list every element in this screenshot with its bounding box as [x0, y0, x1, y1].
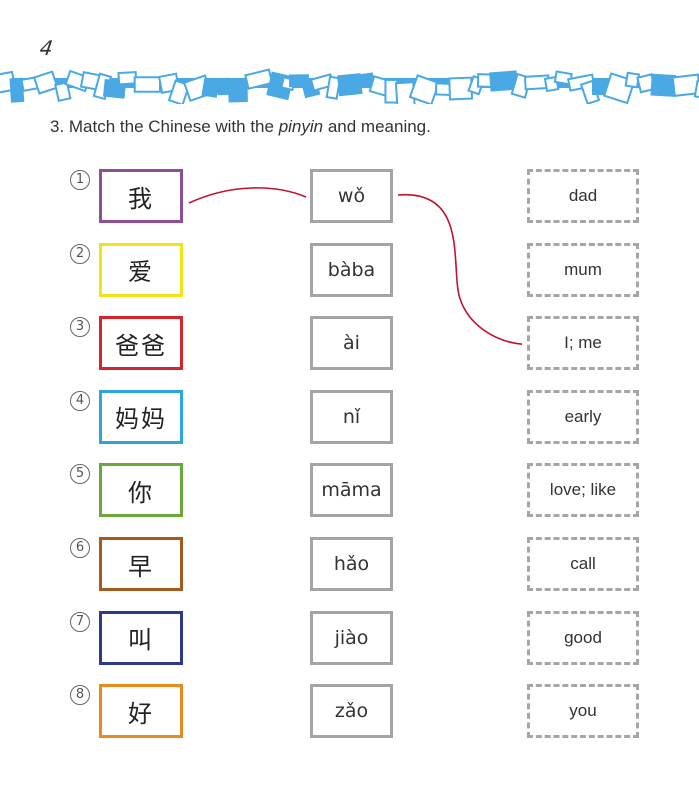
meaning-card[interactable]: love; like — [527, 463, 639, 518]
pinyin-card[interactable]: ài — [310, 316, 393, 371]
meaning-text: dad — [568, 186, 598, 205]
pinyin-card[interactable]: nǐ — [310, 389, 393, 444]
pinyin-text: wǒ — [337, 185, 366, 207]
meaning-card[interactable]: call — [527, 537, 639, 591]
instruction-suffix: and meaning. — [323, 117, 431, 136]
chinese-text: 爸爸 — [115, 331, 167, 360]
pinyin-card[interactable]: māma — [310, 463, 393, 518]
meaning-card[interactable]: dad — [527, 169, 639, 223]
item-number: 4 — [70, 390, 90, 411]
border-tile — [650, 73, 677, 97]
pinyin-text: zǎo — [334, 700, 369, 723]
item-number: 6 — [70, 538, 90, 558]
pinyin-card[interactable]: jiào — [310, 610, 393, 665]
match-line-chinese-pinyin — [188, 187, 307, 204]
chinese-card[interactable]: 妈妈 — [99, 389, 183, 444]
item-number: 8 — [70, 685, 90, 706]
meaning-text: good — [564, 627, 602, 647]
meaning-text: early — [564, 406, 602, 426]
chinese-text: 你 — [128, 478, 154, 507]
pinyin-text: māma — [321, 479, 382, 502]
pinyin-text: jiào — [334, 626, 369, 649]
meaning-text: love; like — [549, 480, 617, 500]
item-number: 7 — [70, 611, 90, 632]
border-tile — [216, 77, 230, 96]
chinese-card[interactable]: 好 — [99, 684, 183, 739]
meaning-card[interactable]: mum — [527, 242, 639, 297]
meaning-text: I; me — [564, 333, 602, 353]
item-number: 3 — [70, 317, 90, 338]
meaning-text: call — [570, 554, 596, 573]
chinese-card[interactable]: 你 — [99, 463, 183, 518]
chinese-card[interactable]: 爱 — [99, 242, 183, 297]
meaning-text: you — [569, 701, 597, 721]
meaning-card[interactable]: early — [527, 389, 639, 444]
pinyin-text: bàba — [327, 258, 376, 281]
border-tile — [228, 77, 248, 103]
chinese-text: 好 — [128, 699, 154, 728]
pinyin-card[interactable]: zǎo — [310, 684, 393, 739]
chinese-card[interactable]: 爸爸 — [99, 316, 183, 371]
border-tile — [32, 70, 59, 95]
pinyin-text: ài — [343, 332, 360, 355]
meaning-card[interactable]: good — [527, 610, 639, 665]
chinese-card[interactable]: 我 — [99, 169, 183, 223]
match-line-pinyin-meaning — [397, 194, 523, 345]
exercise-instruction: 3. Match the Chinese with the pinyin and… — [50, 117, 431, 137]
chinese-text: 叫 — [128, 626, 154, 655]
item-number: 2 — [70, 243, 90, 264]
pinyin-text: nǐ — [342, 405, 361, 428]
chinese-card[interactable]: 早 — [99, 537, 183, 591]
pinyin-card[interactable]: hǎo — [310, 537, 393, 591]
decorative-border — [0, 68, 699, 104]
instruction-prefix: 3. Match the Chinese with the — [50, 117, 279, 136]
pinyin-card[interactable]: wǒ — [310, 169, 393, 223]
chinese-text: 爱 — [128, 258, 154, 287]
pinyin-text: hǎo — [333, 553, 370, 575]
border-tile — [201, 78, 220, 98]
pinyin-card[interactable]: bàba — [310, 242, 393, 297]
chinese-text: 我 — [128, 184, 154, 213]
meaning-text: mum — [564, 259, 602, 279]
border-tile — [117, 70, 138, 86]
chinese-text: 妈妈 — [115, 405, 167, 434]
border-tile — [337, 73, 363, 97]
chinese-card[interactable]: 叫 — [99, 610, 183, 665]
chinese-text: 早 — [128, 552, 154, 581]
meaning-card[interactable]: you — [527, 684, 639, 739]
instruction-italic: pinyin — [278, 117, 324, 136]
item-number: 5 — [70, 464, 90, 485]
page-number: 4 — [38, 36, 55, 60]
border-tile — [133, 76, 162, 93]
meaning-card[interactable]: I; me — [527, 316, 639, 371]
item-number: 1 — [70, 170, 90, 190]
